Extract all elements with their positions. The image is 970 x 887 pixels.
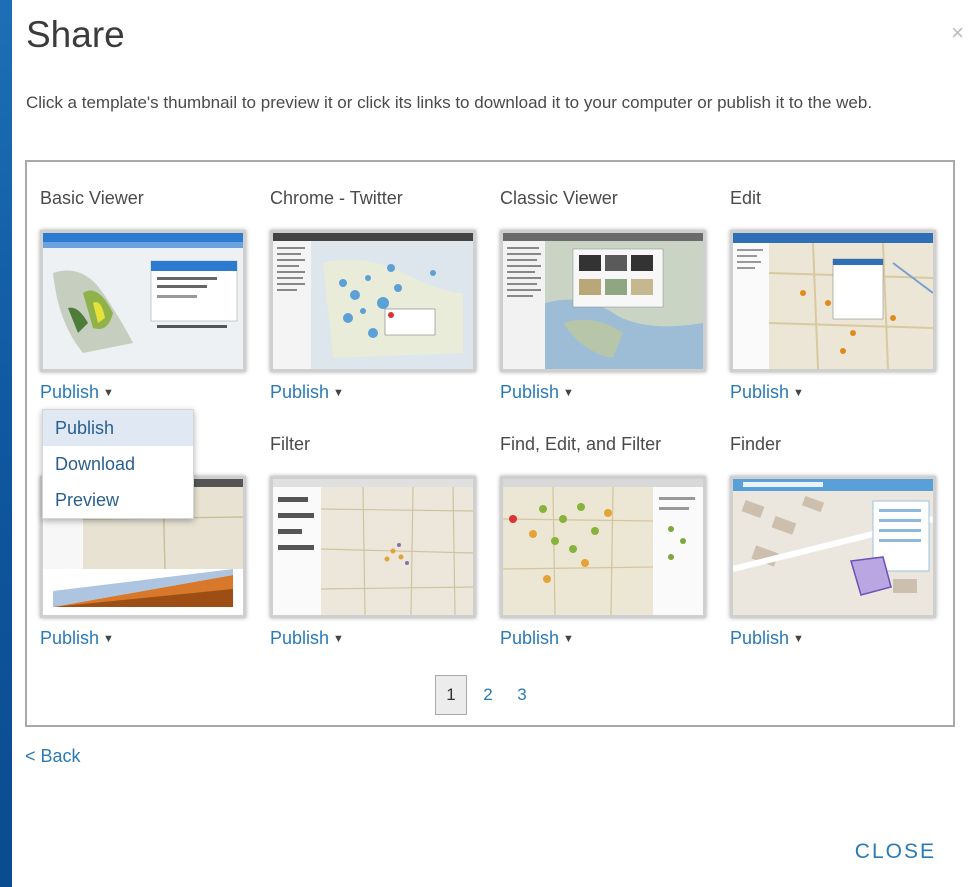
caret-down-icon: ▼	[793, 633, 804, 645]
publish-dropdown-button[interactable]: Publish ▼	[270, 628, 344, 649]
page-button-3[interactable]: 3	[505, 685, 539, 705]
close-icon[interactable]: ×	[951, 20, 964, 46]
template-thumbnail[interactable]	[730, 476, 936, 618]
template-tile-basic-viewer: Basic Viewer Publish ▼	[40, 188, 250, 403]
publish-dropdown-button[interactable]: Publish ▼	[730, 382, 804, 403]
pagination: 1 2 3	[435, 675, 539, 715]
template-tile-find-edit-filter: Find, Edit, and Filter Publish ▼	[500, 434, 710, 649]
template-name: Basic Viewer	[40, 188, 144, 208]
template-name: Finder	[730, 434, 782, 454]
caret-down-icon: ▼	[793, 387, 804, 399]
template-tile-classic-viewer: Classic Viewer Publish ▼	[500, 188, 710, 403]
template-tile-chrome-twitter: Chrome - Twitter Publish ▼	[270, 188, 480, 403]
caret-down-icon: ▼	[103, 633, 114, 645]
caret-down-icon: ▼	[333, 387, 344, 399]
publish-dropdown-button[interactable]: Publish ▼	[270, 382, 344, 403]
menu-item-download[interactable]: Download	[43, 446, 193, 482]
publish-dropdown-button[interactable]: Publish ▼	[40, 628, 114, 649]
menu-item-preview[interactable]: Preview	[43, 482, 193, 518]
dialog-description: Click a template's thumbnail to preview …	[26, 93, 873, 112]
template-name: Chrome - Twitter	[270, 188, 403, 208]
publish-dropdown-button[interactable]: Publish ▼	[500, 628, 574, 649]
template-gallery: Basic Viewer Publish ▼ Chrome - Twitter …	[25, 160, 955, 727]
page-button-1[interactable]: 1	[435, 675, 467, 715]
caret-down-icon: ▼	[563, 387, 574, 399]
publish-dropdown-menu: Publish Download Preview	[42, 409, 194, 519]
back-link[interactable]: < Back	[25, 746, 81, 767]
caret-down-icon: ▼	[563, 633, 574, 645]
template-thumbnail[interactable]	[40, 230, 246, 372]
page-button-2[interactable]: 2	[471, 685, 505, 705]
template-thumbnail[interactable]	[500, 230, 706, 372]
menu-item-publish[interactable]: Publish	[43, 410, 193, 446]
dialog-title: Share	[26, 14, 125, 55]
template-thumbnail[interactable]	[270, 476, 476, 618]
caret-down-icon: ▼	[333, 633, 344, 645]
template-name: Classic Viewer	[500, 188, 618, 208]
publish-dropdown-button[interactable]: Publish ▼	[500, 382, 574, 403]
caret-down-icon: ▼	[103, 387, 114, 399]
template-name: Filter	[270, 434, 310, 454]
template-thumbnail[interactable]	[270, 230, 476, 372]
template-thumbnail[interactable]	[730, 230, 936, 372]
close-button[interactable]: CLOSE	[855, 840, 936, 864]
publish-dropdown-button[interactable]: Publish ▼	[40, 382, 114, 403]
publish-dropdown-button[interactable]: Publish ▼	[730, 628, 804, 649]
template-name: Find, Edit, and Filter	[500, 434, 662, 454]
share-dialog: Share × Click a template's thumbnail to …	[12, 0, 970, 887]
template-name: Edit	[730, 188, 762, 208]
template-tile-edit: Edit Publish ▼	[730, 188, 940, 403]
template-tile-filter: Filter Publish ▼	[270, 434, 480, 649]
template-tile-finder: Finder Publish ▼	[730, 434, 940, 649]
template-thumbnail[interactable]	[500, 476, 706, 618]
